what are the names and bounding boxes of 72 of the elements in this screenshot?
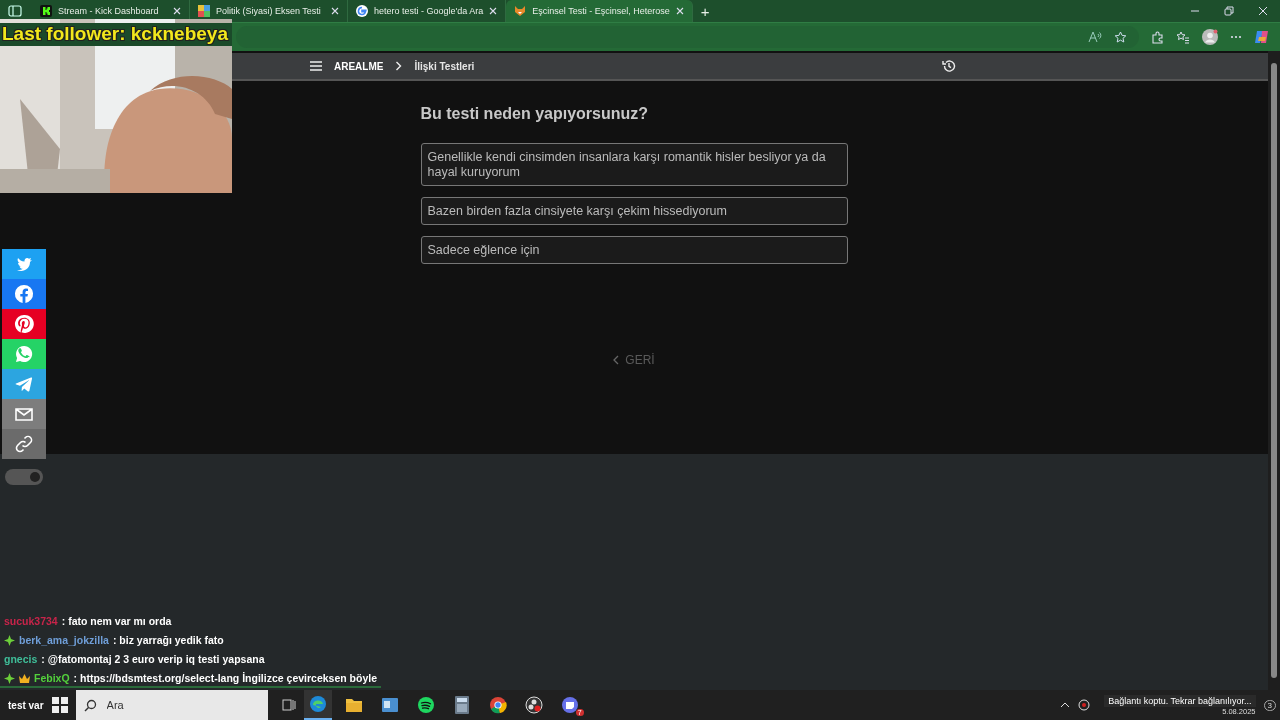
chat-username: gnecis	[4, 653, 38, 665]
close-icon[interactable]	[173, 7, 181, 15]
start-icon[interactable]	[51, 697, 68, 713]
answer-option[interactable]: Sadece eğlence için	[420, 236, 848, 264]
address-field[interactable]	[236, 26, 1139, 48]
folder-icon[interactable]	[344, 697, 363, 713]
share-button[interactable]	[2, 399, 46, 429]
site-logo[interactable]: AREALME	[334, 60, 384, 72]
chat-app-icon[interactable]	[560, 696, 579, 714]
paper-plane-icon	[14, 374, 34, 394]
calculator-icon[interactable]	[454, 696, 469, 714]
tray-app-icon[interactable]	[1078, 699, 1091, 711]
question-title: Bu testi neden yapıyorsunuz?	[420, 105, 650, 123]
browser-tab[interactable]: Eşcinsel Testi - Eşcinsel, Heterose	[506, 0, 693, 22]
grid-icon	[198, 5, 210, 17]
whatsapp-icon	[14, 344, 34, 364]
google-icon	[356, 5, 368, 17]
close-icon[interactable]	[1258, 6, 1268, 16]
crown-badge-icon	[19, 673, 30, 683]
chat-username: berk_ama_jokzilla	[19, 634, 109, 646]
tab-actions-icon[interactable]	[8, 5, 22, 17]
chevron-right-icon	[395, 61, 403, 71]
answer-option[interactable]: Bazen birden fazla cinsiyete karşı çekim hissediyorum	[420, 197, 848, 225]
read-aloud-icon[interactable]	[1088, 31, 1102, 43]
close-icon[interactable]	[489, 7, 498, 15]
pinterest-icon	[14, 314, 34, 334]
facebook-icon	[14, 284, 34, 304]
breadcrumb-link[interactable]: İlişki Testleri	[414, 60, 475, 72]
share-button[interactable]	[2, 369, 46, 399]
answer-option[interactable]: Genellikle kendi cinsimden insanlara karşı romantik hisler besliyor ya da hayal kuruyorum	[420, 143, 848, 186]
task-view-icon[interactable]	[281, 698, 296, 712]
restore-icon[interactable]	[1224, 6, 1234, 16]
chevron-left-icon	[613, 355, 620, 365]
copilot-icon[interactable]	[1254, 29, 1270, 45]
chat-message: : https://bdsmtest.org/select-lang İngilizce çevirceksen böyle	[73, 672, 377, 684]
spotify-icon[interactable]	[416, 696, 435, 714]
recording-app-icon[interactable]	[524, 696, 543, 714]
fox-icon	[514, 5, 527, 17]
history-icon[interactable]	[942, 59, 956, 73]
notification-text: Bağlantı koptu. Tekrar bağlanılıyor...	[1104, 694, 1256, 707]
close-icon[interactable]	[331, 7, 339, 15]
new-tab-button[interactable]: +	[692, 2, 718, 20]
link-icon	[14, 434, 34, 454]
profile-avatar-icon[interactable]	[1202, 29, 1218, 45]
chat-username: sucuk3734	[4, 615, 58, 627]
share-button[interactable]	[2, 429, 46, 459]
last-follower-label: Last follower: kcknebeya	[0, 23, 232, 46]
dark-mode-toggle[interactable]	[5, 469, 43, 485]
share-button[interactable]	[2, 279, 46, 309]
browser-icon[interactable]	[308, 695, 327, 713]
share-button[interactable]	[2, 249, 46, 279]
favorites-icon[interactable]	[1176, 30, 1190, 44]
chevron-up-icon[interactable]	[1060, 702, 1071, 708]
close-icon[interactable]	[675, 7, 684, 15]
puzzle-icon[interactable]	[1151, 30, 1164, 44]
window-app-icon[interactable]	[380, 697, 399, 713]
taskbar-search-field[interactable]: Ara	[75, 690, 268, 720]
more-icon[interactable]	[1230, 35, 1242, 39]
diamond-badge-icon	[4, 672, 15, 684]
menu-icon[interactable]	[310, 61, 322, 71]
share-button[interactable]	[2, 309, 46, 339]
chat-username: FebixQ	[34, 672, 70, 684]
search-icon	[83, 698, 97, 712]
chrome-icon[interactable]	[488, 696, 507, 714]
chat-message: : biz yarrağı yedik fato	[112, 634, 224, 646]
chat-message: : @fatomontaj 2 3 euro verip iq testi yapsana	[41, 653, 265, 665]
kick-logo-icon	[40, 5, 52, 17]
scrollbar[interactable]	[1268, 51, 1280, 690]
chat-message: : fato nem var mı orda	[61, 615, 172, 627]
diamond-badge-icon	[4, 634, 15, 646]
star-icon[interactable]	[1114, 30, 1127, 44]
chat-overflow-text: test var	[8, 699, 44, 711]
